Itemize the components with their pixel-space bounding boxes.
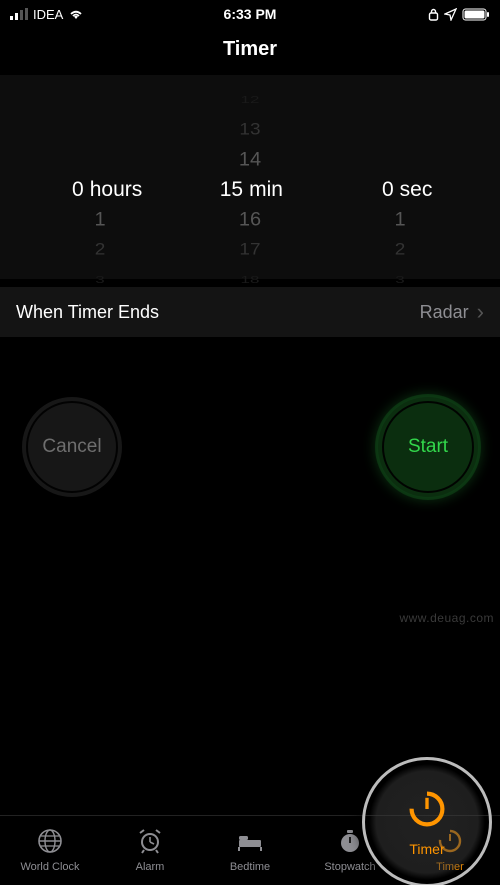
bed-icon [235,828,265,857]
seconds-unit: sec [400,178,433,202]
minutes-value: 15 [217,178,243,202]
hours-value: 0 [58,178,84,202]
tutorial-highlight: Timer [362,757,492,885]
hours-unit: hours [90,178,143,202]
watermark: www.deuag.com [399,611,494,625]
start-button-label: Start [408,436,448,458]
minutes-unit: min [249,178,283,202]
start-button[interactable]: Start [378,397,478,497]
phone-screen: IDEA 6:33 PM Timer [0,0,500,885]
when-timer-ends-label: When Timer Ends [16,302,159,323]
status-time: 6:33 PM [0,6,500,22]
seconds-value: 0 [368,178,394,202]
page-title: Timer [0,28,500,75]
minutes-wheel[interactable]: 12 13 14 15 min 16 17 18 [175,85,325,265]
globe-icon [35,828,65,857]
chevron-right-icon: › [477,299,484,325]
time-picker: 0 hours 1 2 3 12 13 14 15 min 16 17 18 [0,75,500,279]
cancel-button[interactable]: Cancel [22,397,122,497]
seconds-wheel[interactable]: 0 sec 1 2 3 [325,85,475,265]
timer-icon [406,788,448,835]
tab-label: Bedtime [230,861,270,873]
tab-label: World Clock [20,861,79,873]
status-bar: IDEA 6:33 PM [0,0,500,28]
alarm-clock-icon [135,828,165,857]
stopwatch-icon [335,828,365,857]
tutorial-label: Timer [409,841,444,857]
tab-world-clock[interactable]: World Clock [0,816,100,885]
tab-bedtime[interactable]: Bedtime [200,816,300,885]
tab-label: Stopwatch [324,861,375,873]
when-timer-ends-value: Radar [420,302,469,323]
hours-wheel[interactable]: 0 hours 1 2 3 [25,85,175,265]
timer-buttons: Cancel Start [0,337,500,497]
tab-label: Alarm [136,861,165,873]
when-timer-ends-row[interactable]: When Timer Ends Radar › [0,287,500,337]
tab-alarm[interactable]: Alarm [100,816,200,885]
cancel-button-label: Cancel [42,436,101,458]
